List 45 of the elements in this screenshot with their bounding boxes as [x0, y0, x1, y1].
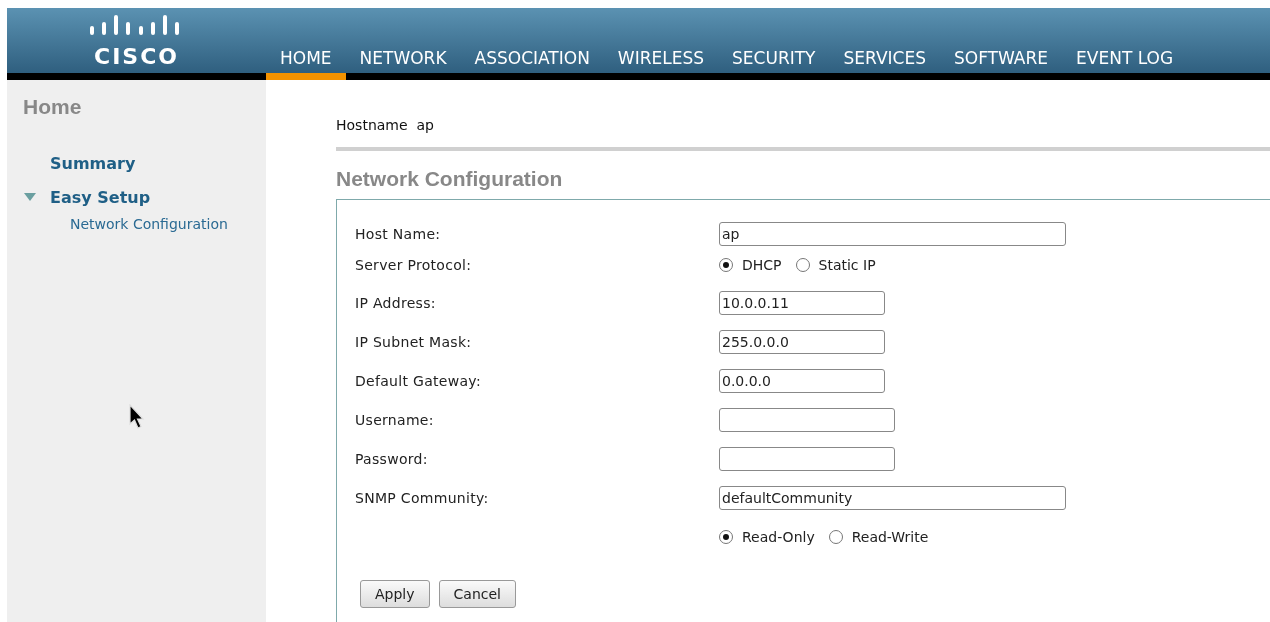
nav-tab[interactable]: SOFTWARE [939, 48, 1063, 80]
caret-down-icon[interactable] [24, 193, 36, 201]
nav-tab[interactable]: HOME [266, 48, 346, 80]
input-field[interactable]: 255.0.0.0 [719, 329, 885, 354]
input-field[interactable]: defaultCommunity [719, 485, 1066, 510]
form-button[interactable]: Cancel [438, 580, 516, 608]
field-label: Password: [355, 450, 428, 467]
logo-text: CISCO [94, 45, 179, 68]
input-field[interactable]: ap [719, 221, 1066, 246]
field-label: IP Subnet Mask: [355, 333, 472, 350]
sidebar-sublink[interactable]: Network Configuration [70, 216, 228, 232]
radio-label: Read-Write [851, 528, 929, 545]
field-label: Server Protocol: [355, 257, 472, 273]
field-label: Username: [355, 411, 434, 428]
section-heading: Network Configuration [336, 167, 564, 192]
field-label: Default Gateway: [355, 372, 481, 389]
radio-button[interactable] [719, 529, 733, 544]
field-label: IP Address: [355, 294, 436, 311]
radio-label: Static IP [818, 257, 876, 273]
input-field[interactable] [719, 407, 895, 432]
sidebar-link[interactable]: Easy Setup [50, 187, 151, 207]
radio-label: DHCP [742, 257, 782, 273]
radio-label: Read-Only [742, 528, 815, 545]
nav-tab[interactable]: EVENT LOG [1062, 48, 1188, 80]
radio-button[interactable] [719, 258, 733, 272]
radio-option[interactable]: DHCP [719, 257, 782, 273]
field-label: Host Name: [355, 225, 441, 242]
radio-button[interactable] [828, 529, 843, 544]
radio-option[interactable]: Read-Only [719, 528, 815, 545]
radio-option[interactable]: Static IP [795, 257, 876, 273]
radio-button[interactable] [795, 258, 810, 272]
sidebar-title: Home [23, 95, 82, 119]
nav-tab[interactable]: SECURITY [718, 48, 830, 80]
input-field[interactable]: 0.0.0.0 [719, 368, 885, 393]
hostname-text: Hostname ap [336, 117, 435, 135]
input-field[interactable]: 10.0.0.11 [719, 290, 885, 315]
input-field[interactable] [719, 446, 895, 471]
nav-tab[interactable]: WIRELESS [603, 48, 719, 80]
radio-option[interactable]: Read-Write [828, 528, 929, 545]
sidebar-link[interactable]: Summary [50, 153, 136, 173]
form-button[interactable]: Apply [360, 580, 430, 608]
nav-tab[interactable]: ASSOCIATION [460, 48, 604, 80]
nav-tab[interactable]: SERVICES [829, 48, 940, 80]
nav-tab[interactable]: NETWORK [345, 48, 461, 80]
field-label: SNMP Community: [355, 489, 489, 506]
